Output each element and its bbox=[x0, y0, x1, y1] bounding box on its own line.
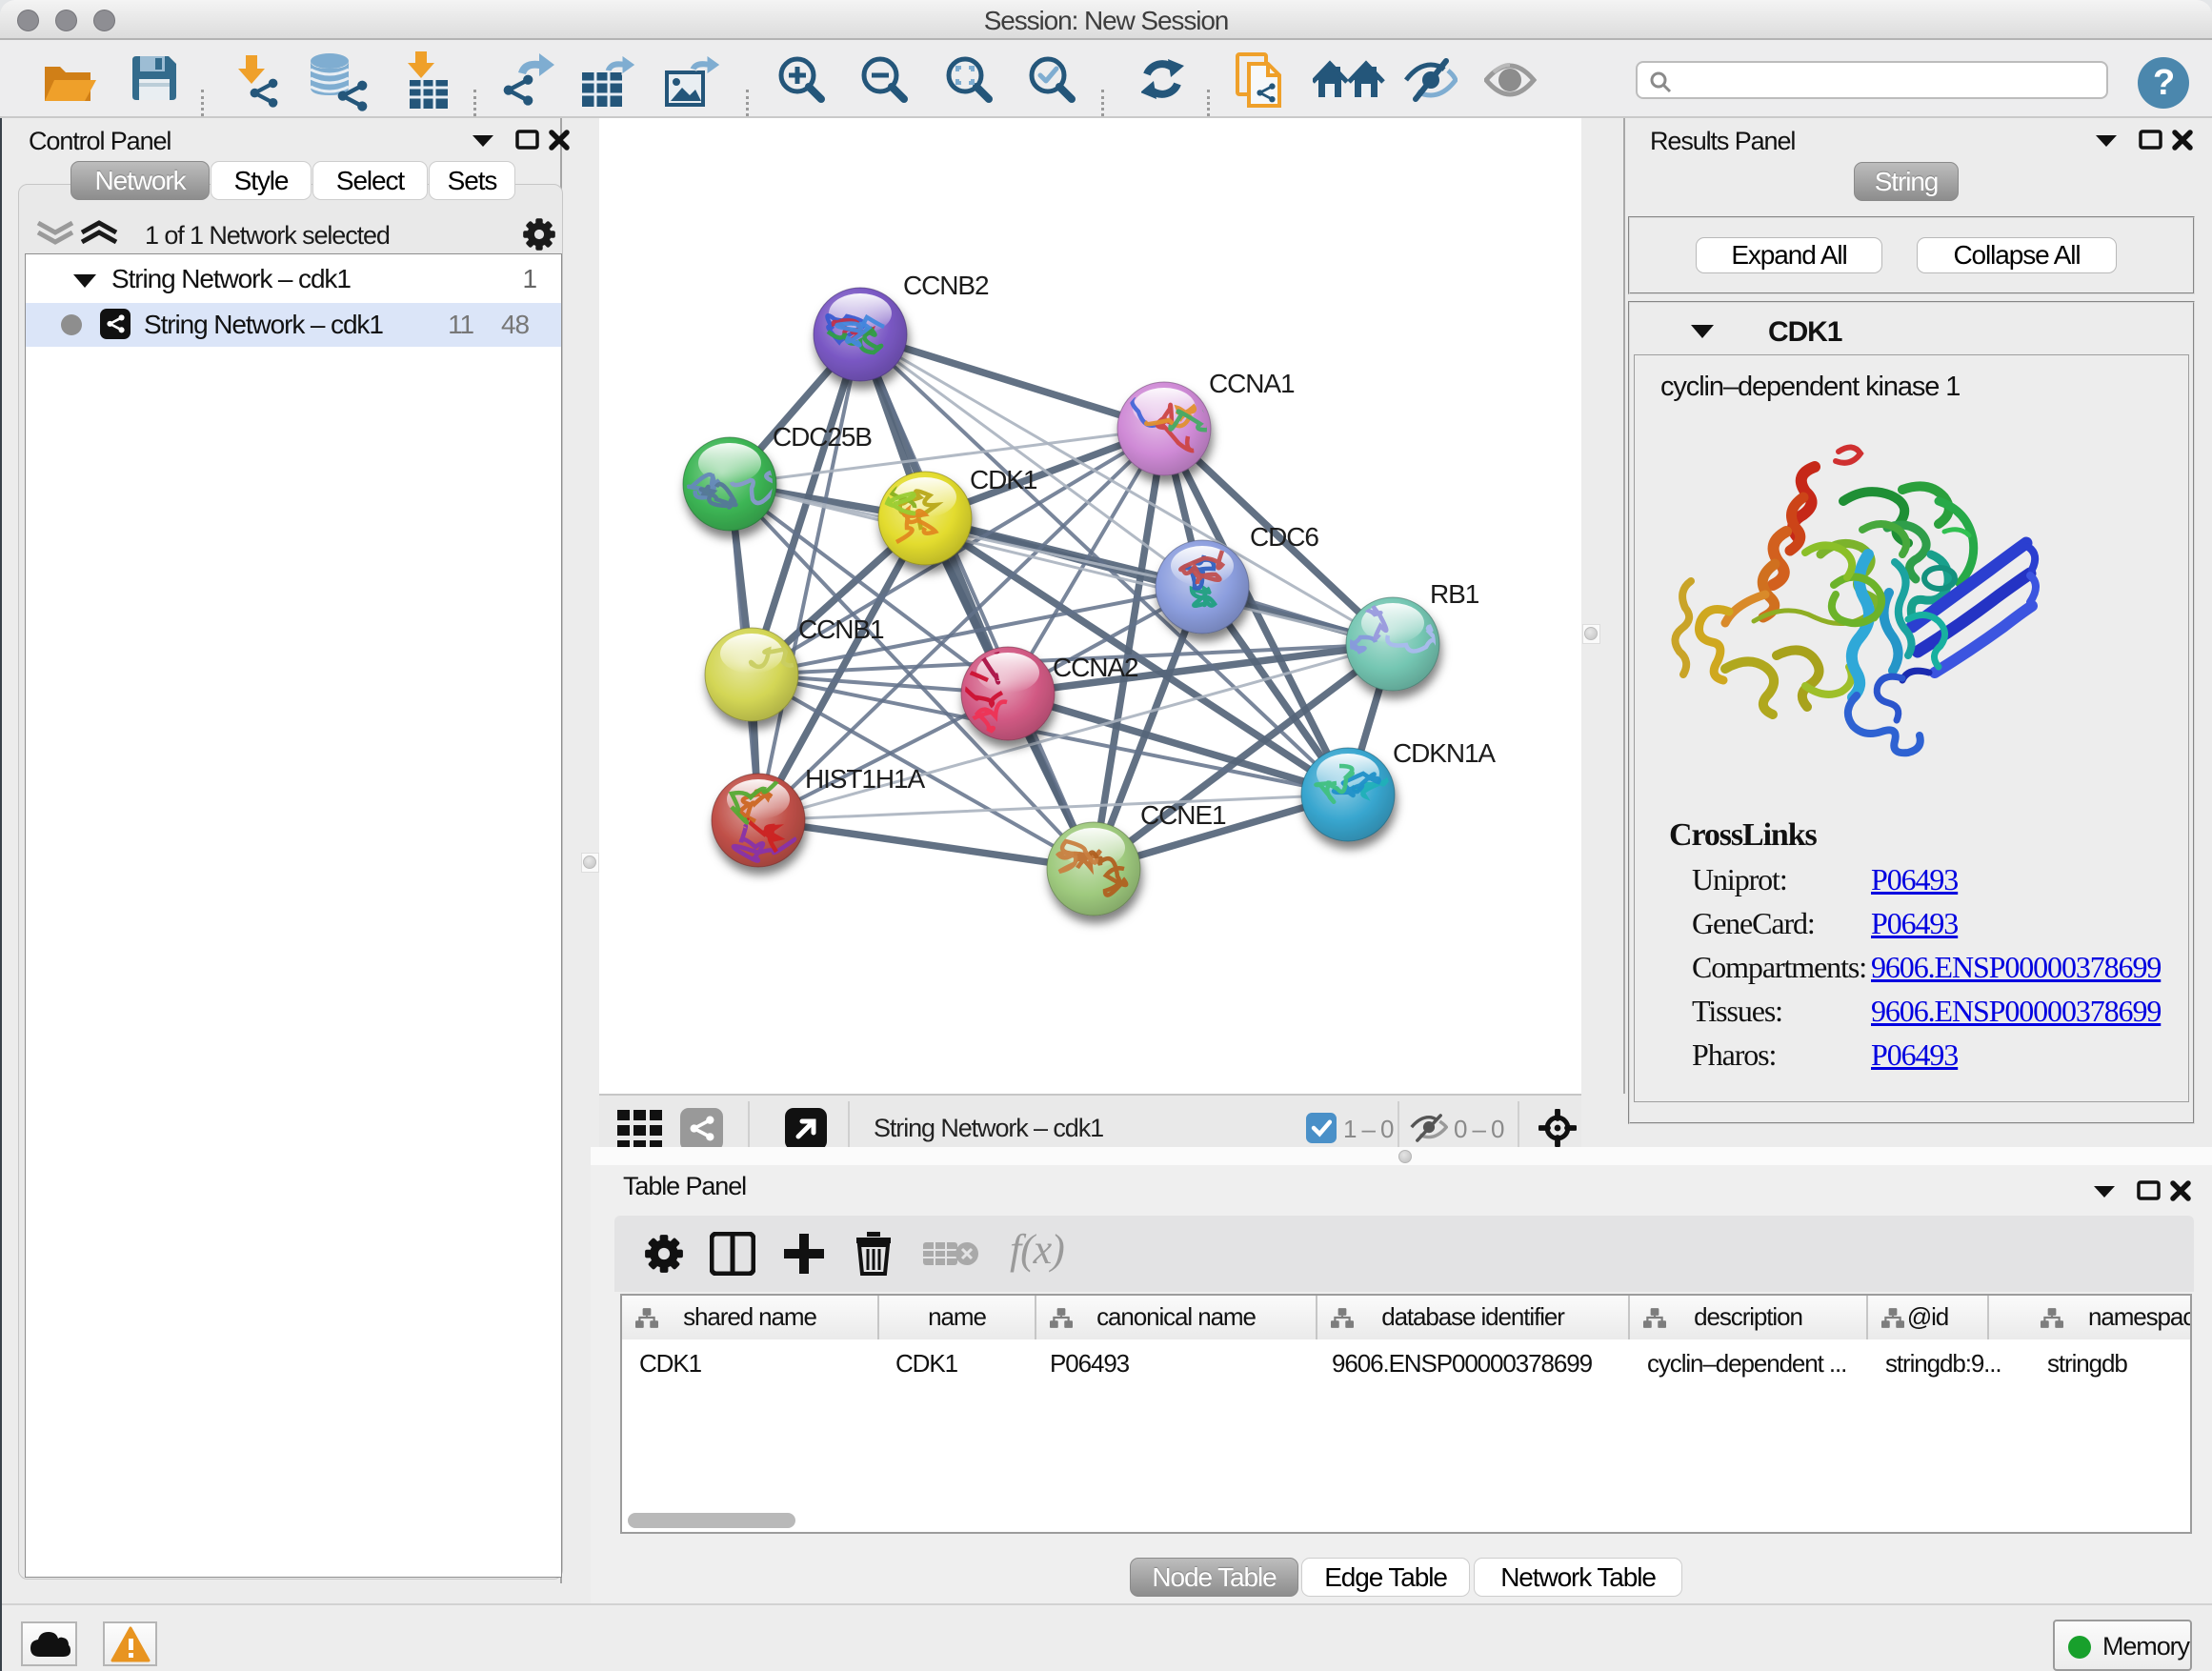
svg-text:CDC6: CDC6 bbox=[1250, 522, 1318, 552]
svg-text:CCNA2: CCNA2 bbox=[1053, 653, 1138, 682]
svg-text:CDKN1A: CDKN1A bbox=[1393, 738, 1496, 768]
svg-text:HIST1H1A: HIST1H1A bbox=[805, 764, 925, 794]
svg-text:CDC25B: CDC25B bbox=[773, 422, 872, 452]
svg-text:CCNB1: CCNB1 bbox=[798, 614, 884, 644]
svg-text:CDK1: CDK1 bbox=[970, 465, 1037, 494]
svg-text:CCNA1: CCNA1 bbox=[1209, 369, 1295, 398]
svg-text:CCNE1: CCNE1 bbox=[1140, 800, 1226, 830]
svg-text:RB1: RB1 bbox=[1430, 579, 1479, 609]
svg-text:CCNB2: CCNB2 bbox=[903, 271, 989, 300]
